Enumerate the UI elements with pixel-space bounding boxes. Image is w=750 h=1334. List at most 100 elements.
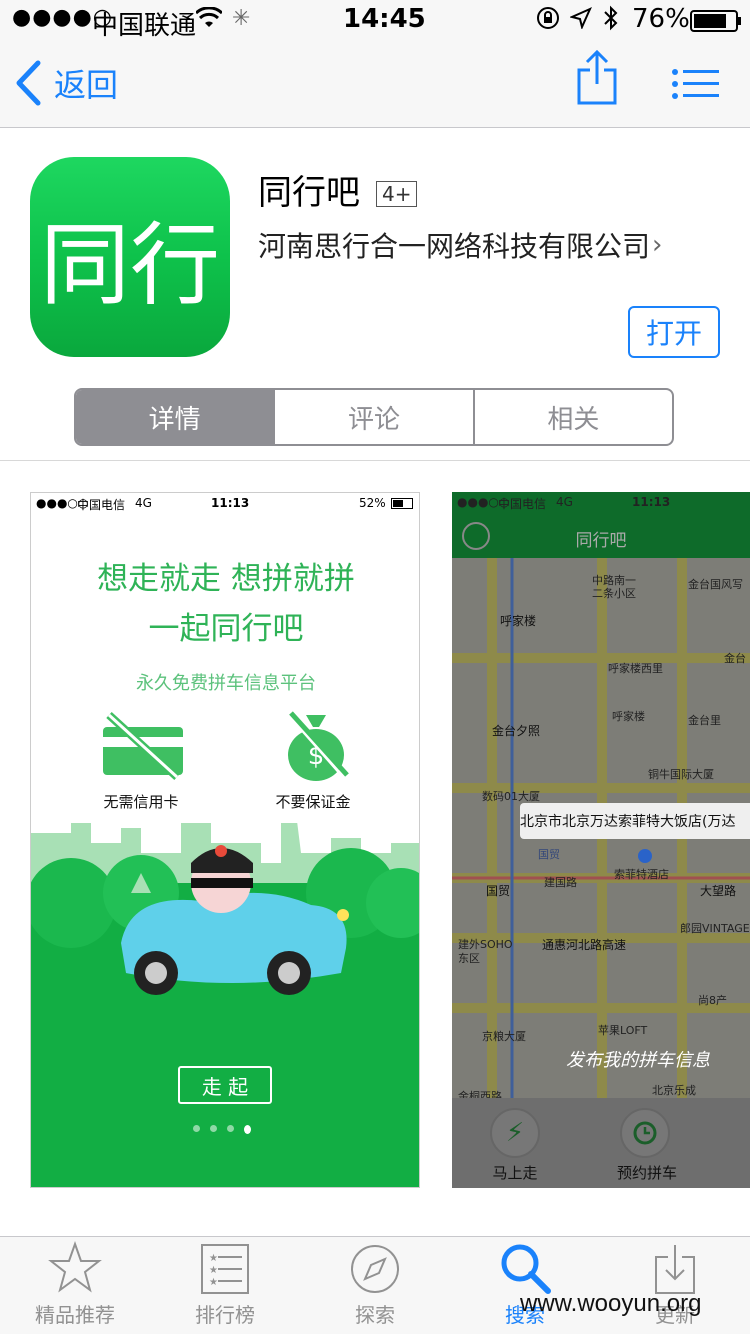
tab-featured[interactable]: 精品推荐 (0, 1237, 150, 1334)
map-label: 国贸 (538, 848, 560, 861)
clock: 14:45 (343, 4, 426, 34)
list-icon: ★★★ (201, 1244, 249, 1294)
map-label: 郎园VINTAGE (680, 922, 750, 935)
mini-status-bar: ●●●○○ 中国电信 4G 11:13 52% (31, 493, 419, 515)
app-name: 同行吧 (258, 173, 360, 213)
tab-search[interactable]: 搜索 (450, 1237, 600, 1334)
go-button[interactable]: 走 起 (178, 1066, 272, 1104)
tab-top-charts[interactable]: ★ ★ ★ 排行榜 (150, 1237, 300, 1334)
tab-details[interactable]: 详情 (76, 390, 276, 444)
carrier-name: 中国联通 (92, 11, 197, 41)
mini-title: 同行吧 (575, 531, 627, 551)
tab-updates[interactable]: 更新 (600, 1237, 750, 1334)
share-button[interactable] (576, 49, 618, 110)
battery-percent: 76% (632, 4, 690, 34)
screenshot-1[interactable]: ●●●○○ 中国电信 4G 11:13 52% 想走就走 想拼就拼 一起同行吧 … (30, 492, 420, 1188)
reserve-ride-label: 预约拼车 (616, 1164, 677, 1182)
map-label: 通惠河北路高速 (542, 938, 627, 952)
search-icon (501, 1244, 551, 1294)
map-label: 呼家楼 (612, 710, 645, 723)
rotation-lock-icon (536, 6, 560, 37)
action-bar: ⚡ 马上走 预约拼车 (452, 1098, 750, 1188)
bluetooth-icon (603, 5, 619, 37)
go-now-label: 马上走 (492, 1164, 538, 1182)
mini-battery: 52% (359, 496, 386, 510)
mini-time: 11:13 (632, 495, 671, 509)
clock-icon[interactable] (620, 1108, 670, 1158)
map-label: 尚8产 (698, 994, 727, 1007)
page-dot (210, 1125, 217, 1132)
page-dot (193, 1125, 200, 1132)
map-label: 金台夕照 (492, 724, 541, 738)
developer-link[interactable]: 河南思行合一网络科技有限公司 › (258, 225, 662, 265)
page-dot (227, 1125, 234, 1132)
feature-no-deposit: 不要保证金 (275, 793, 351, 811)
map-label: 呼家楼 (500, 614, 537, 628)
map-label: 国贸 (486, 884, 511, 898)
page-dot-active (244, 1125, 251, 1134)
map-label: 金台国风写 (688, 578, 743, 591)
download-icon (655, 1245, 695, 1294)
mini-network: 4G (135, 496, 152, 510)
mini-app-header: ●●●○○ 中国电信 4G 11:13 同行吧 (452, 492, 750, 558)
developer-name: 河南思行合一网络科技有限公司 (258, 230, 651, 263)
money-bag-crossed-icon: $ (281, 707, 351, 787)
tab-label: 排行榜 (195, 1303, 255, 1327)
tab-bar: 精品推荐 ★ ★ ★ 排行榜 探索 搜索 更新 (0, 1236, 750, 1334)
lightning-icon[interactable]: ⚡ (490, 1108, 540, 1158)
mini-time: 11:13 (211, 496, 250, 510)
map-label: 大望路 (700, 884, 737, 898)
app-header: 同行 同行吧 4+ 河南思行合一网络科技有限公司 › 打开 详情 评论 相关 (0, 129, 750, 461)
navigation-bar: 返回 (0, 40, 750, 128)
wifi-icon (194, 6, 224, 36)
chevron-right-icon: › (652, 230, 663, 260)
map-label: 京粮大厦 (482, 1030, 526, 1043)
app-icon: 同行 (30, 157, 230, 357)
compass-icon (351, 1245, 399, 1293)
handwritten-hint: 发布我的拼车信息 (566, 1050, 710, 1071)
map-label: 金台里 (688, 714, 721, 727)
map-label: 北京乐成 (652, 1084, 696, 1097)
open-button[interactable]: 打开 (628, 306, 720, 358)
headline-line2: 一起同行吧 (148, 611, 304, 647)
map-label: 呼家楼西里 (608, 662, 663, 675)
tab-explore[interactable]: 探索 (300, 1237, 450, 1334)
share-icon (577, 49, 617, 105)
map-label: 二条小区 (592, 587, 636, 600)
map-label: 金台 (724, 652, 746, 665)
credit-card-crossed-icon (99, 711, 189, 785)
chevron-left-icon (16, 60, 41, 106)
tab-reviews[interactable]: 评论 (275, 390, 475, 444)
watermark: www.wooyun.org (520, 1290, 702, 1317)
segmented-control: 详情 评论 相关 (74, 388, 674, 446)
menu-button[interactable] (672, 68, 720, 104)
svg-text:★: ★ (209, 1277, 218, 1288)
page-dots (193, 1125, 251, 1134)
status-bar: ●●●●○ 中国联通 ✳ 14:45 76% (0, 0, 750, 41)
battery-icon (690, 10, 741, 32)
map-label: 铜牛国际大厦 (648, 768, 714, 781)
location-arrow-icon (568, 6, 592, 36)
feature-no-card: 无需信用卡 (103, 793, 179, 811)
mini-battery-icon (391, 498, 413, 509)
tagline: 永久免费拼车信息平台 (136, 673, 316, 694)
svg-text:★: ★ (209, 1265, 218, 1276)
tab-label: 精品推荐 (35, 1303, 115, 1327)
tab-label: 探索 (355, 1303, 395, 1327)
map-label: 建国路 (544, 876, 577, 889)
app-icon-text: 同行 (40, 213, 220, 318)
back-button[interactable]: 返回 (14, 58, 118, 108)
star-icon (48, 1241, 102, 1293)
map-label: 索菲特酒店 (614, 868, 669, 881)
map-label: 苹果LOFT (598, 1024, 648, 1037)
list-menu-icon (672, 69, 719, 99)
map-label: 数码01大厦 (482, 790, 540, 803)
back-label: 返回 (54, 66, 119, 104)
activity-spinner-icon: ✳ (232, 6, 251, 31)
age-rating-badge: 4+ (376, 181, 418, 207)
headline-line1: 想走就走 想拼就拼 (97, 561, 355, 597)
screenshot-2[interactable]: ●●●○○ 中国电信 4G 11:13 同行吧 北京市北京万达索菲特大饭店(万达… (452, 492, 750, 1188)
location-callout: 北京市北京万达索菲特大饭店(万达 (520, 814, 736, 830)
map-label: 东区 (458, 952, 480, 965)
tab-related[interactable]: 相关 (475, 390, 672, 444)
